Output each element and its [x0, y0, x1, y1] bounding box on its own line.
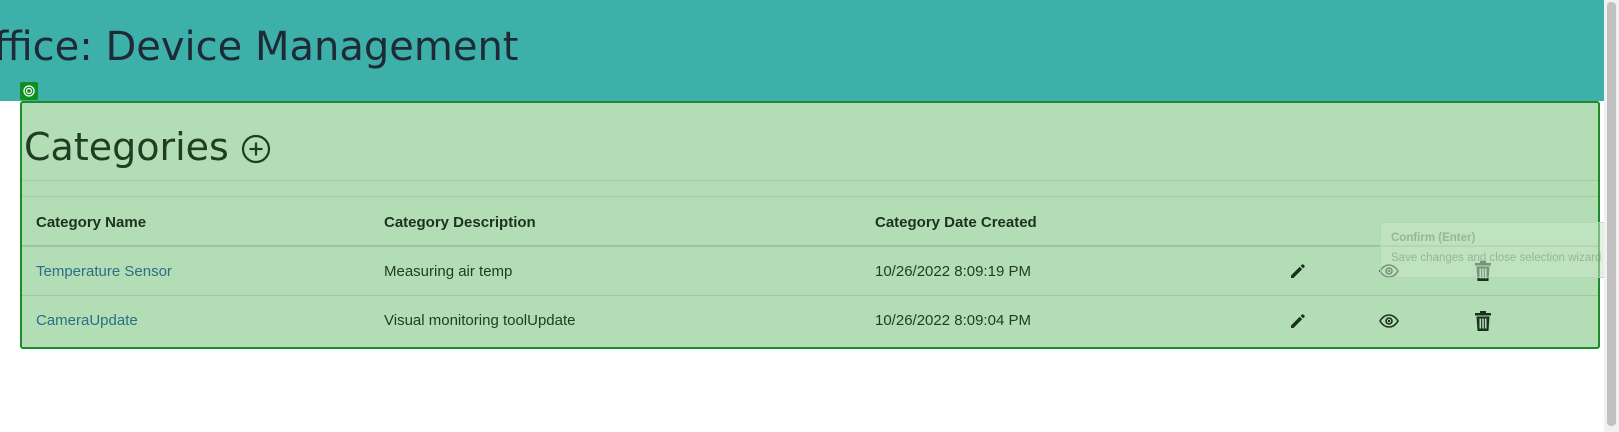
tooltip-text: Save changes and close selection wizard	[1391, 252, 1602, 264]
panel-heading: Categories	[24, 125, 271, 169]
scrollbar-thumb[interactable]	[1607, 2, 1616, 426]
category-date: 10/26/2022 8:09:04 PM	[875, 312, 1031, 329]
pencil-icon	[1291, 264, 1305, 278]
view-action	[1376, 296, 1402, 345]
edit-action	[1285, 247, 1311, 295]
categories-heading: Categories	[24, 125, 229, 169]
view-button[interactable]	[1376, 308, 1402, 334]
table-row: CameraUpdate Visual monitoring toolUpdat…	[22, 296, 1598, 345]
table-header-row: Category Name Category Description Categ…	[22, 199, 1598, 247]
plus-circle-icon	[241, 134, 270, 164]
trash-icon	[1475, 310, 1491, 331]
edit-button[interactable]	[1285, 258, 1311, 284]
tooltip-title: Confirm (Enter)	[1391, 232, 1476, 244]
edit-action	[1285, 296, 1311, 345]
category-date: 10/26/2022 8:09:19 PM	[875, 262, 1031, 280]
pencil-icon	[1291, 313, 1305, 328]
page-title: ffice: Device Management	[0, 24, 519, 70]
divider	[22, 180, 1598, 181]
category-name[interactable]: CameraUpdate	[36, 312, 138, 329]
category-name-link[interactable]: CameraUpdate	[36, 296, 138, 345]
delete-button[interactable]	[1470, 308, 1496, 334]
add-category-button[interactable]	[241, 134, 271, 164]
column-header-name: Category Name	[36, 213, 147, 231]
categories-panel: Categories Category Name Category Descri…	[20, 101, 1600, 349]
category-description: Measuring air temp	[384, 262, 513, 280]
edit-button[interactable]	[1285, 308, 1311, 334]
target-icon	[23, 85, 35, 97]
category-description: Visual monitoring toolUpdate	[384, 312, 576, 329]
vertical-scrollbar[interactable]	[1604, 0, 1619, 432]
column-header-date: Category Date Created	[875, 213, 1037, 231]
category-name-link[interactable]: Temperature Sensor	[36, 247, 172, 295]
selection-target-handle[interactable]	[20, 82, 38, 100]
confirm-tooltip[interactable]: Confirm (Enter) Save changes and close s…	[1380, 222, 1619, 278]
table-row: Temperature Sensor Measuring air temp 10…	[22, 247, 1598, 296]
column-header-description: Category Description	[384, 213, 536, 231]
category-name[interactable]: Temperature Sensor	[36, 263, 172, 280]
app-header: ffice: Device Management	[0, 0, 1604, 101]
divider	[22, 196, 1598, 197]
eye-icon	[1379, 313, 1399, 328]
categories-table: Category Name Category Description Categ…	[22, 199, 1598, 345]
delete-action	[1470, 296, 1496, 345]
page: ffice: Device Management Categories Cate…	[0, 0, 1619, 432]
